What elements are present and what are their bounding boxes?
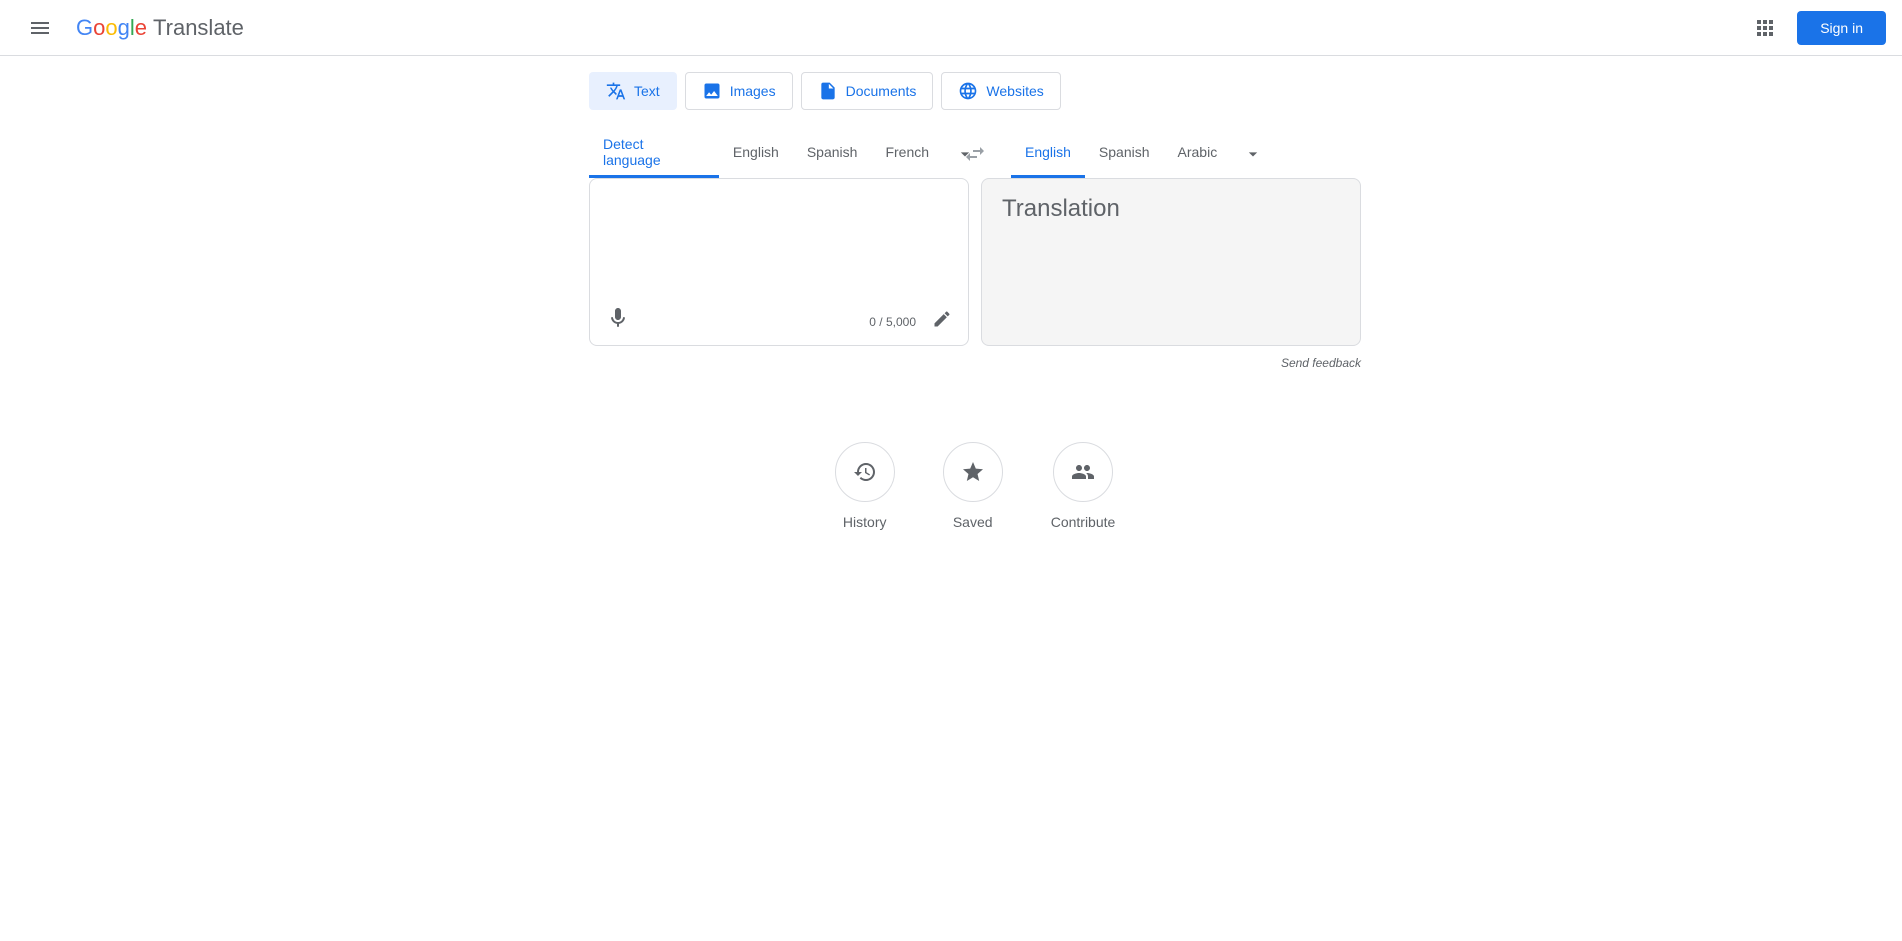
- contribute-label: Contribute: [1051, 514, 1116, 530]
- source-lang-french[interactable]: French: [871, 130, 943, 178]
- saved-label: Saved: [953, 514, 993, 530]
- target-lang-row: English Spanish Arabic: [975, 130, 1361, 178]
- contribute-button[interactable]: Contribute: [1051, 442, 1116, 530]
- source-lang-spanish[interactable]: Spanish: [793, 130, 872, 178]
- target-lang-spanish[interactable]: Spanish: [1085, 130, 1164, 178]
- input-footer: 0 / 5,000: [606, 306, 952, 337]
- send-feedback-link[interactable]: Send feedback: [589, 356, 1361, 370]
- tab-images[interactable]: Images: [685, 72, 793, 110]
- tab-images-label: Images: [730, 83, 776, 99]
- footer-right: 0 / 5,000: [869, 308, 952, 336]
- source-lang-english[interactable]: English: [719, 130, 793, 178]
- signin-button[interactable]: Sign in: [1797, 11, 1886, 45]
- tab-websites[interactable]: Websites: [941, 72, 1060, 110]
- bottom-actions: History Saved Contribute: [589, 442, 1361, 530]
- tab-text[interactable]: Text: [589, 72, 677, 110]
- app-title: Translate: [153, 15, 244, 41]
- source-textarea[interactable]: [610, 195, 948, 285]
- microphone-button[interactable]: [606, 306, 630, 337]
- tab-documents[interactable]: Documents: [801, 72, 934, 110]
- microphone-icon: [606, 306, 630, 330]
- source-panel: Detect language English Spanish French: [589, 130, 975, 178]
- translate-area: Detect language English Spanish French E…: [589, 130, 1361, 178]
- header: Google Translate Sign in: [0, 0, 1902, 56]
- image-icon: [702, 81, 722, 101]
- history-button[interactable]: History: [835, 442, 895, 530]
- logo[interactable]: Google Translate: [76, 15, 244, 41]
- panels-row: 0 / 5,000 Translation: [589, 178, 1361, 346]
- people-icon: [1071, 460, 1095, 484]
- main-container: Text Images Documents Websites Detect la…: [271, 56, 1631, 530]
- globe-icon: [958, 81, 978, 101]
- document-icon: [818, 81, 838, 101]
- header-right: Sign in: [1741, 4, 1886, 52]
- menu-icon[interactable]: [16, 4, 64, 52]
- source-lang-row: Detect language English Spanish French: [589, 130, 975, 178]
- char-count: 0 / 5,000: [869, 315, 916, 329]
- target-lang-english[interactable]: English: [1011, 130, 1085, 178]
- swap-icon: [963, 142, 987, 166]
- star-icon: [961, 460, 985, 484]
- target-lang-arabic[interactable]: Arabic: [1164, 130, 1232, 178]
- chevron-down-icon[interactable]: [1243, 144, 1263, 164]
- history-label: History: [843, 514, 887, 530]
- tab-websites-label: Websites: [986, 83, 1043, 99]
- swap-languages-button[interactable]: [955, 134, 995, 174]
- keyboard-button[interactable]: [932, 308, 952, 336]
- source-input-box: 0 / 5,000: [589, 178, 969, 346]
- history-icon: [853, 460, 877, 484]
- target-panel: English Spanish Arabic: [975, 130, 1361, 178]
- translation-placeholder: Translation: [1002, 195, 1340, 223]
- tab-text-label: Text: [634, 83, 660, 99]
- source-lang-detect[interactable]: Detect language: [589, 130, 719, 178]
- header-left: Google Translate: [16, 4, 244, 52]
- tab-documents-label: Documents: [846, 83, 917, 99]
- pencil-icon: [932, 309, 952, 329]
- saved-button[interactable]: Saved: [943, 442, 1003, 530]
- mode-tabs: Text Images Documents Websites: [589, 72, 1361, 110]
- translate-icon: [606, 81, 626, 101]
- apps-icon[interactable]: [1741, 4, 1789, 52]
- target-output-box: Translation: [981, 178, 1361, 346]
